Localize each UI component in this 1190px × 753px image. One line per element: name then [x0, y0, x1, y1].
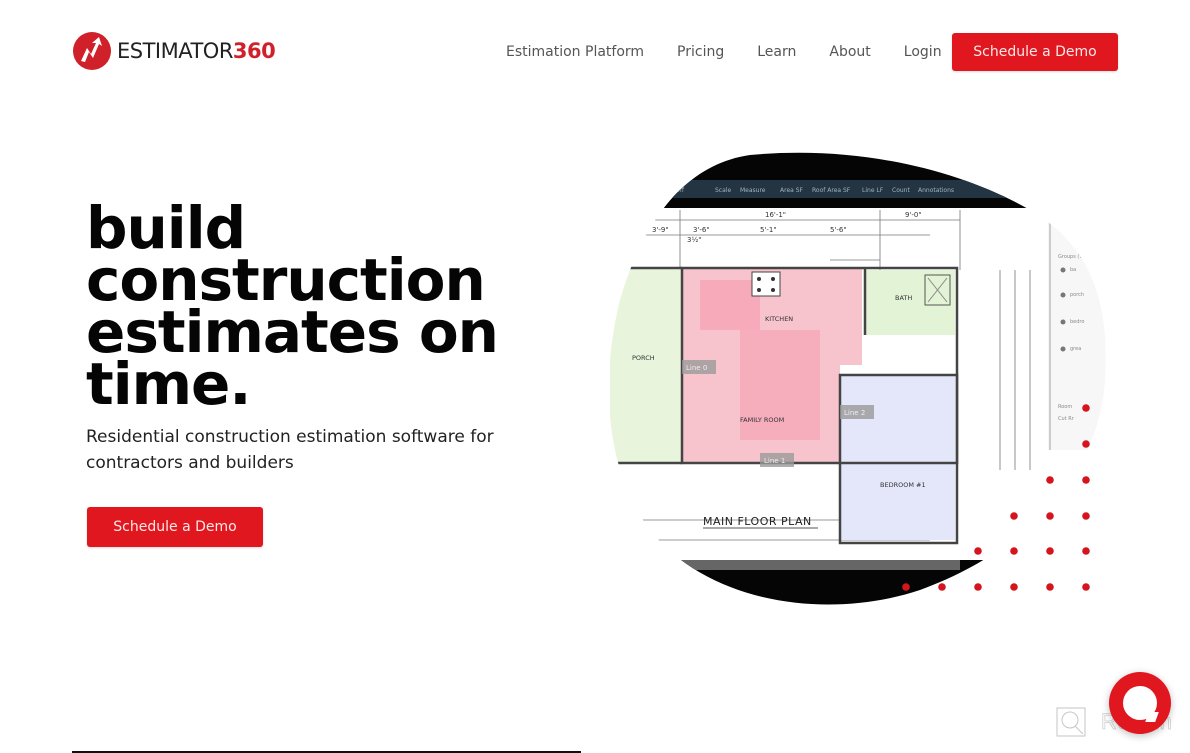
svg-text:Groups (9): Groups (9) [1058, 254, 1085, 260]
line-label: Line 2 [844, 409, 865, 417]
floorplan-illustration: Take Off Scale Measure Area SF Roof Area… [608, 152, 1106, 605]
chat-widget-button[interactable] [1109, 672, 1171, 734]
toolbar-item: Scale [715, 187, 731, 194]
revain-logo-icon [1056, 707, 1086, 737]
logo-mark-icon [73, 32, 111, 70]
nav-pricing[interactable]: Pricing [677, 44, 724, 60]
toolbar-item: Measure [740, 187, 766, 194]
logo-link[interactable]: ESTIMATOR360 [72, 31, 276, 71]
svg-text:grea: grea [1070, 346, 1081, 352]
toolbar-item: Area SF [780, 187, 804, 194]
room-label: BEDROOM #1 [880, 481, 926, 489]
toolbar-item: Count [892, 187, 910, 194]
room-label: KITCHEN [765, 315, 793, 323]
chat-bubble-icon [1145, 712, 1159, 722]
svg-text:5'-6": 5'-6" [830, 226, 847, 234]
nav-about[interactable]: About [829, 44, 870, 60]
site-header: ESTIMATOR360 Estimation Platform Pricing… [0, 0, 1190, 100]
plan-title: MAIN FLOOR PLAN [703, 515, 812, 528]
svg-text:bedro: bedro [1070, 319, 1084, 325]
line-label: Line 1 [764, 457, 785, 465]
svg-text:16'-1": 16'-1" [765, 211, 786, 219]
nav-learn[interactable]: Learn [757, 44, 796, 60]
room-label: PORCH [632, 354, 655, 362]
porch-area [610, 268, 682, 463]
hero-floorplan-image: Take Off Scale Measure Area SF Roof Area… [600, 150, 1120, 610]
schedule-demo-nav-button[interactable]: Schedule a Demo [952, 33, 1118, 71]
bath-area [865, 270, 955, 335]
main-nav: Estimation Platform Pricing Learn About … [490, 33, 975, 71]
svg-text:Cut Rr: Cut Rr [1058, 416, 1075, 422]
schedule-demo-hero-button[interactable]: Schedule a Demo [87, 507, 263, 547]
hero-subtitle: Residential construction estimation soft… [86, 427, 494, 473]
hero-title: build construction estimates on time. [86, 199, 586, 413]
svg-text:3'-6": 3'-6" [693, 226, 710, 234]
nav-login[interactable]: Login [904, 44, 942, 60]
svg-text:3½": 3½" [687, 236, 701, 244]
svg-text:5'-1": 5'-1" [760, 226, 777, 234]
svg-text:9'-0": 9'-0" [905, 211, 922, 219]
svg-text:porch: porch [1070, 292, 1084, 298]
svg-text:ba: ba [1070, 267, 1076, 273]
svg-text:3'-9": 3'-9" [652, 226, 669, 234]
toolbar-item: Roof Area SF [812, 187, 851, 194]
nav-estimation-platform[interactable]: Estimation Platform [506, 44, 644, 60]
toolbar-item: Annotations [918, 187, 954, 194]
line-label: Line 0 [686, 364, 707, 372]
logo-text: ESTIMATOR360 [117, 39, 276, 63]
toolbar-item: Line LF [862, 187, 884, 194]
room-label: BATH [895, 294, 912, 302]
bedroom-area [840, 375, 955, 540]
room-label: FAMILY ROOM [740, 416, 784, 424]
svg-text:Room: Room [1058, 404, 1072, 410]
toolbar-item: Take Off [659, 187, 685, 194]
